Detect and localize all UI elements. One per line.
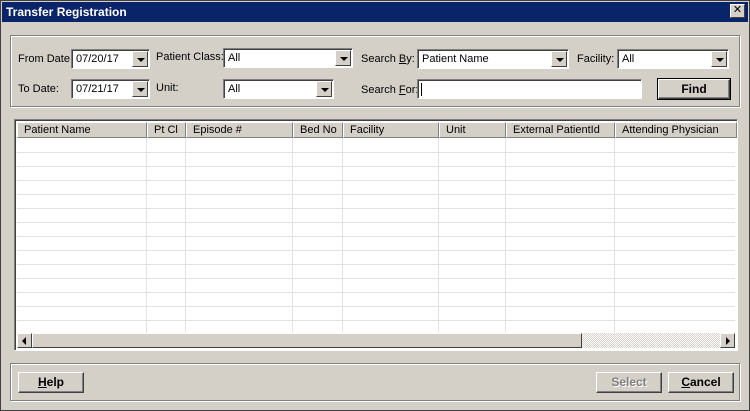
close-icon: ✕ bbox=[732, 4, 743, 16]
title-bar: Transfer Registration ✕ bbox=[2, 2, 748, 22]
to-date-value: 07/21/17 bbox=[76, 83, 119, 95]
to-date-label: To Date: bbox=[18, 83, 59, 95]
from-date-picker[interactable]: 07/20/17 bbox=[71, 49, 150, 69]
unit-select[interactable]: All bbox=[223, 79, 334, 99]
arrow-left-icon[interactable] bbox=[17, 333, 32, 348]
facility-value: All bbox=[622, 53, 635, 65]
grid-row-line bbox=[17, 250, 735, 251]
patient-class-value: All bbox=[228, 52, 241, 64]
grid-row-line bbox=[17, 278, 735, 279]
column-header-external-patient-id[interactable]: External PatientId bbox=[506, 122, 615, 138]
search-for-input[interactable] bbox=[417, 79, 642, 99]
arrow-right-icon[interactable] bbox=[720, 333, 735, 348]
search-for-label: Search For: bbox=[361, 84, 419, 96]
horizontal-scrollbar[interactable] bbox=[17, 333, 735, 348]
scrollbar-thumb[interactable] bbox=[32, 333, 582, 348]
help-button[interactable]: Help bbox=[18, 372, 84, 393]
find-button[interactable]: Find bbox=[657, 78, 731, 100]
patient-class-label: Patient Class: bbox=[156, 51, 224, 63]
grid-row-line bbox=[17, 236, 735, 237]
grid-row-line bbox=[17, 194, 735, 195]
grid-row-line bbox=[17, 180, 735, 181]
unit-label: Unit: bbox=[156, 82, 179, 94]
to-date-picker[interactable]: 07/21/17 bbox=[71, 79, 150, 99]
chevron-down-icon[interactable] bbox=[711, 51, 727, 67]
grid-row-line bbox=[17, 264, 735, 265]
chevron-down-icon[interactable] bbox=[132, 51, 148, 67]
grid-row-line bbox=[17, 320, 735, 321]
chevron-down-icon[interactable] bbox=[316, 81, 332, 97]
grid-row-line bbox=[17, 152, 735, 153]
chevron-down-icon[interactable] bbox=[132, 81, 148, 97]
text-caret bbox=[421, 83, 422, 96]
column-header-episode[interactable]: Episode # bbox=[186, 122, 293, 138]
search-by-label: Search By: bbox=[361, 53, 415, 65]
grid-row-line bbox=[17, 306, 735, 307]
column-header-unit[interactable]: Unit bbox=[439, 122, 506, 138]
facility-label: Facility: bbox=[577, 53, 615, 65]
search-by-value: Patient Name bbox=[422, 53, 489, 65]
grid-row-line bbox=[17, 222, 735, 223]
column-header-facility[interactable]: Facility bbox=[343, 122, 439, 138]
select-button[interactable]: Select bbox=[596, 372, 662, 393]
chevron-down-icon[interactable] bbox=[335, 50, 351, 66]
unit-value: All bbox=[228, 83, 241, 95]
column-header-patient-name[interactable]: Patient Name bbox=[17, 122, 147, 138]
search-by-select[interactable]: Patient Name bbox=[417, 49, 569, 69]
column-header-bed-no[interactable]: Bed No bbox=[293, 122, 343, 138]
grid-row-line bbox=[17, 208, 735, 209]
column-header-attending-physician[interactable]: Attending Physician bbox=[615, 122, 737, 138]
grid-row-line bbox=[17, 292, 735, 293]
from-date-value: 07/20/17 bbox=[76, 53, 119, 65]
grid-row-line bbox=[17, 166, 735, 167]
close-button[interactable]: ✕ bbox=[730, 4, 745, 18]
window-title: Transfer Registration bbox=[6, 5, 127, 19]
transfer-registration-dialog: Transfer Registration ✕ From Date: 07/20… bbox=[0, 0, 750, 411]
results-grid[interactable]: Patient Name Pt Cl Episode # Bed No Faci… bbox=[14, 119, 738, 351]
cancel-button[interactable]: Cancel bbox=[668, 372, 734, 393]
from-date-label: From Date: bbox=[18, 53, 74, 65]
patient-class-select[interactable]: All bbox=[223, 48, 353, 68]
chevron-down-icon[interactable] bbox=[551, 51, 567, 67]
column-header-pt-cl[interactable]: Pt Cl bbox=[147, 122, 186, 138]
facility-select[interactable]: All bbox=[617, 49, 729, 69]
